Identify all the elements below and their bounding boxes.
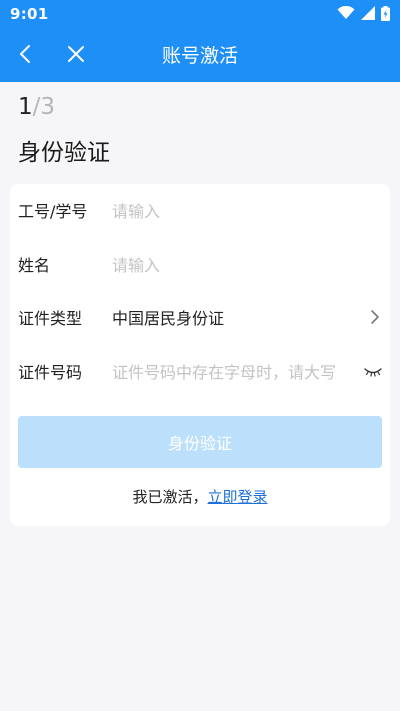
- status-bar: 9:01: [0, 0, 400, 26]
- employee-id-label: 工号/学号: [18, 202, 88, 221]
- name-row[interactable]: 姓名 请输入: [10, 246, 390, 282]
- verify-identity-button[interactable]: 身份验证: [18, 416, 382, 468]
- nav-bar: 账号激活: [0, 26, 400, 82]
- employee-id-input[interactable]: 请输入: [112, 198, 160, 222]
- login-prompt: 我已激活，立即登录: [10, 486, 390, 507]
- id-number-label: 证件号码: [18, 363, 83, 382]
- name-label: 姓名: [18, 256, 51, 275]
- status-icons: [337, 5, 390, 21]
- step-indicator: 1/3: [18, 94, 55, 122]
- id-type-row[interactable]: 证件类型 中国居民身份证: [10, 299, 390, 335]
- status-time: 9:01: [10, 5, 49, 23]
- eye-closed-icon[interactable]: [364, 363, 382, 379]
- id-number-row[interactable]: 证件号码 证件号码中存在字母时，请大写: [10, 353, 390, 389]
- id-type-label: 证件类型: [18, 309, 83, 328]
- id-number-input[interactable]: 证件号码中存在字母时，请大写: [112, 359, 348, 383]
- employee-id-row[interactable]: 工号/学号 请输入: [10, 192, 390, 228]
- id-type-select[interactable]: 中国居民身份证: [112, 305, 224, 329]
- page-title: 账号激活: [161, 45, 238, 67]
- step-current: 1: [18, 94, 33, 120]
- section-heading: 身份验证: [18, 140, 110, 166]
- login-prompt-text: 我已激活，: [132, 488, 208, 506]
- verification-form: 工号/学号 请输入 姓名 请输入 证件类型 中国居民身份证 证件号码 证件号码中…: [10, 184, 390, 526]
- login-link[interactable]: 立即登录: [208, 488, 268, 506]
- step-total: /3: [32, 94, 56, 120]
- signal-icon: [361, 6, 375, 20]
- screen: 9:01 账号激活 1/3 身份验证 工号/学号 请输入 姓名 请输入 证件类型…: [0, 0, 400, 711]
- battery-icon: [381, 5, 390, 21]
- top-bar: 9:01 账号激活: [0, 0, 400, 82]
- wifi-icon: [337, 6, 355, 19]
- name-input[interactable]: 请输入: [112, 252, 160, 276]
- chevron-right-icon[interactable]: [368, 306, 382, 328]
